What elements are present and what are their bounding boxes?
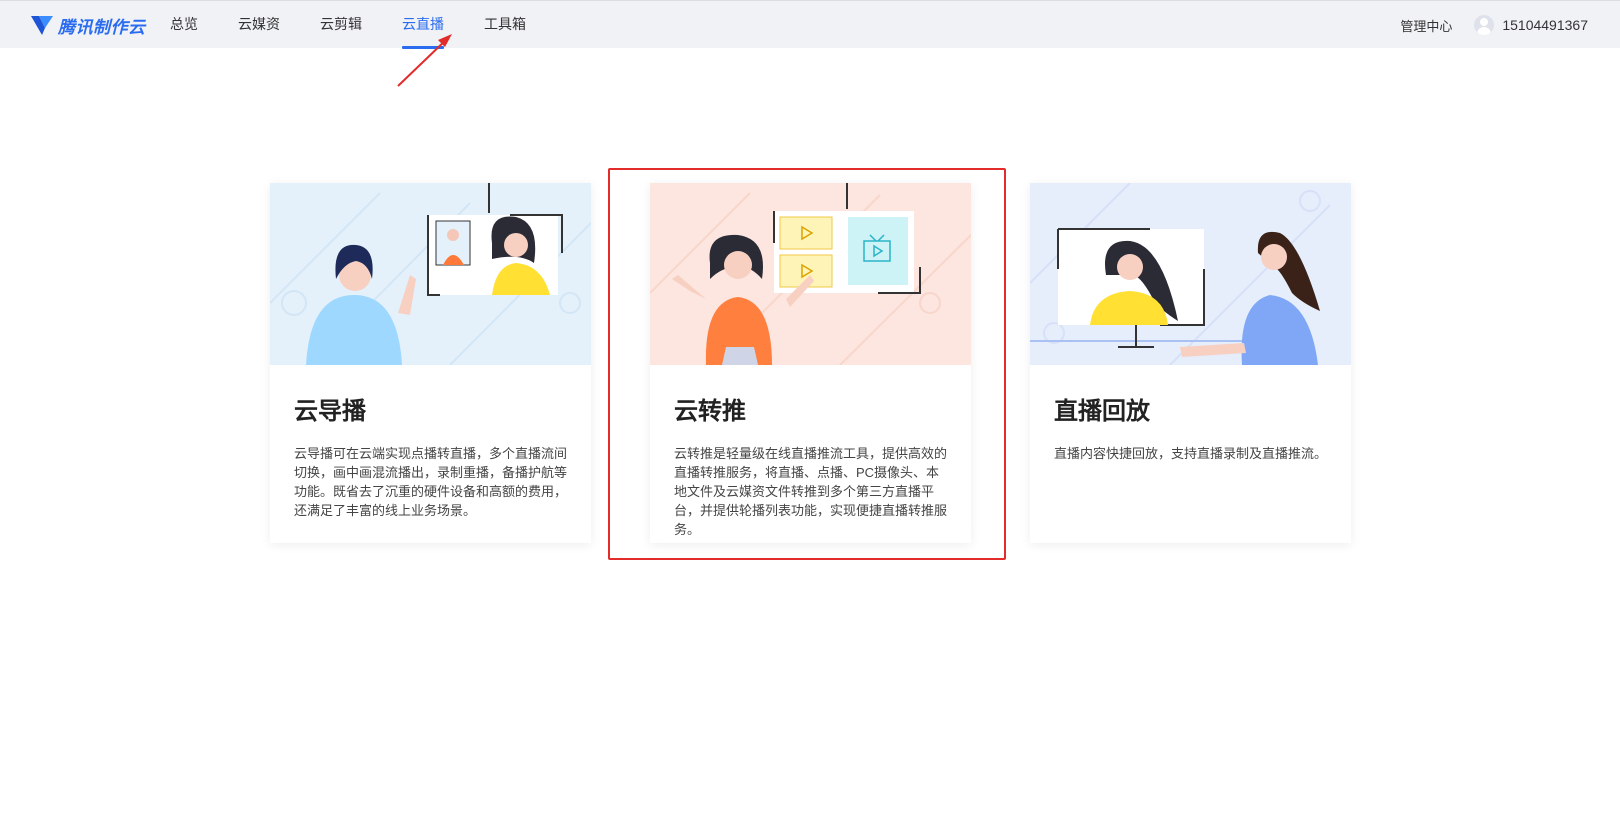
top-navigation-bar: 腾讯制作云 总览 云媒资 云剪辑 云直播 工具箱 管理中心 1510449136… xyxy=(0,0,1620,49)
logo-icon xyxy=(31,16,53,35)
card-description: 云导播可在云端实现点播转直播，多个直播流间切换，画中画混流播出，录制重播，备播护… xyxy=(294,446,568,518)
username: 15104491367 xyxy=(1502,17,1588,33)
card-illustration xyxy=(270,183,591,365)
logo-text: 腾讯制作云 xyxy=(58,17,146,37)
annotation-highlight-box xyxy=(608,168,1006,560)
user-menu[interactable]: 15104491367 xyxy=(1474,15,1588,35)
illustration-image xyxy=(1030,183,1351,365)
card-live-playback[interactable]: 直播回放 直播内容快捷回放，支持直播录制及直播推流。 xyxy=(1030,183,1351,543)
card-title: 直播回放 xyxy=(1054,398,1150,425)
annotation-arrow xyxy=(397,34,452,87)
nav-toolbox[interactable]: 工具箱 xyxy=(464,1,546,49)
card-description: 直播内容快捷回放，支持直播录制及直播推流。 xyxy=(1054,446,1328,461)
illustration-image xyxy=(270,183,591,365)
card-cloud-director[interactable]: 云导播 云导播可在云端实现点播转直播，多个直播流间切换，画中画混流播出，录制重播… xyxy=(270,183,591,543)
nav-cloud-media[interactable]: 云媒资 xyxy=(218,1,300,49)
header-right: 管理中心 15104491367 xyxy=(1400,1,1588,49)
admin-center-link[interactable]: 管理中心 xyxy=(1400,16,1452,35)
avatar xyxy=(1474,15,1495,35)
logo[interactable]: 腾讯制作云 xyxy=(30,11,146,39)
card-title: 云导播 xyxy=(294,398,366,425)
card-illustration xyxy=(1030,183,1351,365)
nav-overview[interactable]: 总览 xyxy=(150,1,218,49)
main-nav: 总览 云媒资 云剪辑 云直播 工具箱 xyxy=(150,1,546,49)
nav-cloud-editing[interactable]: 云剪辑 xyxy=(300,1,382,49)
